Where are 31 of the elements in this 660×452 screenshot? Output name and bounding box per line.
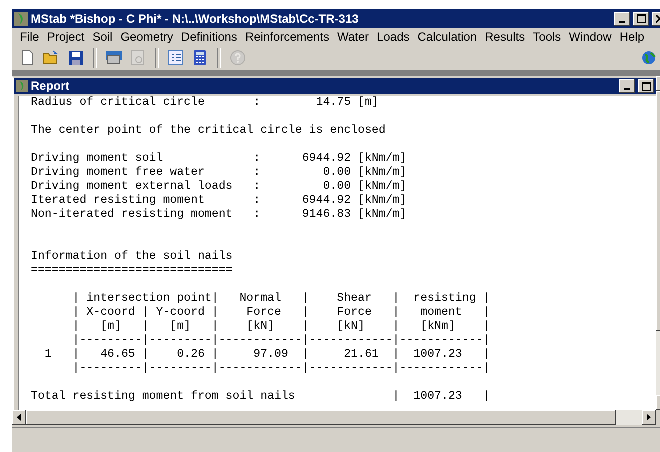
report-line: Driving moment soil : 6944.92 [kNm/m] — [31, 152, 408, 166]
menu-item[interactable]: Soil — [88, 30, 117, 44]
report-line: Radius of critical circle : 14.75 [m] — [31, 96, 380, 110]
report-line: | [m] | [m] | [kN] | [kN] | [kNm] | — [72, 320, 492, 334]
menu-item[interactable]: File — [16, 30, 44, 44]
menu-item[interactable]: Calculation — [414, 30, 482, 44]
report-line: | intersection point| Normal | Shear | resisting | — [72, 292, 492, 306]
report-line: Driving moment free water : 0.00 [kNm/m] — [31, 166, 408, 180]
menu-item[interactable]: Project — [43, 30, 89, 44]
report-line: ============================= — [31, 264, 234, 278]
menu-item[interactable]: Reinforcements — [241, 30, 334, 44]
menu-item[interactable]: Tools — [529, 30, 566, 44]
report-line: Iterated resisting moment : 6944.92 [kNm/m] — [31, 194, 408, 208]
report-line: Information of the soil nails — [31, 250, 234, 264]
window-title: MStab *Bishop - C Phi* - N:\..\Workshop\MStab\Cc-TR-313 — [31, 12, 360, 26]
report-line: The center point of the critical circle is enclosed — [31, 124, 387, 138]
report-title: Report — [31, 79, 71, 93]
report-line: 1 | 46.65 | 0.26 | 97.09 | 21.61 | 1007.23 | — [44, 348, 492, 362]
report-line: |---------|---------|------------|------------|------------| — [72, 362, 492, 376]
menu-item[interactable]: Water — [333, 30, 374, 44]
menu-item[interactable]: Results — [481, 30, 530, 44]
report-line: Total resisting moment from soil nails | 1007.23 | — [31, 390, 492, 404]
report-line: Driving moment external loads : 0.00 [kNm/m] — [31, 180, 408, 194]
menu-item[interactable]: Window — [565, 30, 616, 44]
menu-item[interactable]: Definitions — [177, 30, 242, 44]
report-line: Non-iterated resisting moment : 9146.83 [kNm/m] — [31, 208, 408, 222]
menu-item[interactable]: Loads — [373, 30, 414, 44]
report-line: | X-coord | Y-coord | Force | Force | moment | — [72, 306, 492, 320]
menu-item[interactable]: Geometry — [116, 30, 178, 44]
menu-item[interactable]: Help — [616, 30, 649, 44]
report-line: |---------|---------|------------|------------|------------| — [72, 334, 492, 348]
